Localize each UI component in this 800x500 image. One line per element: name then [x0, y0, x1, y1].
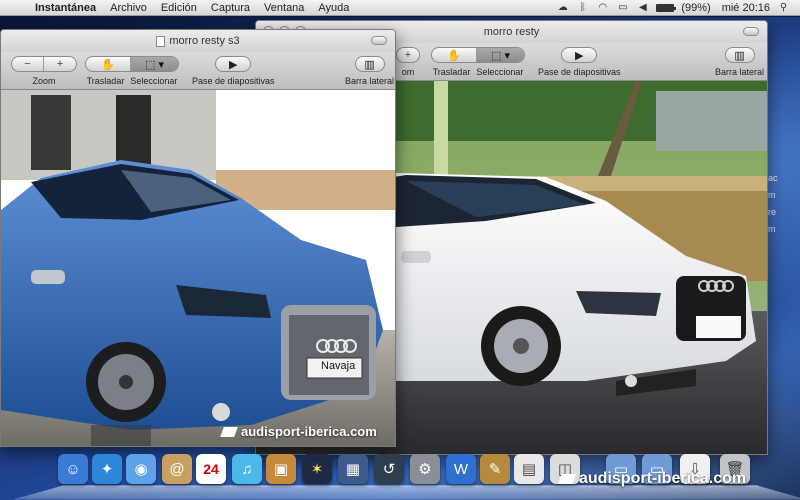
zoom-label: Zoom — [32, 76, 56, 86]
window-title: morro resty s3 — [169, 35, 240, 47]
sidebar-icon: ▥ — [364, 58, 375, 71]
spotlight-icon[interactable]: ⚲ — [777, 2, 790, 13]
desktop-label-4: m — [768, 224, 776, 234]
safari-icon[interactable]: ✦ — [92, 454, 122, 484]
document-icon — [156, 35, 166, 47]
marquee-icon: ⬚ ▾ — [145, 58, 164, 71]
menu-bar: Instantánea Archivo Edición Captura Vent… — [0, 0, 800, 16]
window-title: morro resty — [483, 26, 540, 38]
menu-edicion[interactable]: Edición — [154, 2, 204, 14]
system-preferences-icon[interactable]: ⚙ — [410, 454, 440, 484]
toolbar-toggle-button[interactable] — [743, 27, 759, 36]
window-toolbar: − + Zoom ✋ ⬚ ▾ Trasladar Seleccionar ▶ P… — [1, 52, 395, 90]
menu-ayuda[interactable]: Ayuda — [311, 2, 356, 14]
select-tool-button[interactable]: ⬚ ▾ — [477, 48, 524, 62]
battery-icon[interactable] — [656, 3, 677, 12]
zoom-label: om — [401, 67, 415, 77]
license-plate-text: Navaja — [321, 360, 356, 372]
watermark-back-text: audisport-iberica.com — [579, 470, 747, 487]
time-machine-icon[interactable]: ↺ — [374, 454, 404, 484]
watermark-front-text: audisport-iberica.com — [241, 424, 377, 439]
move-tool-button[interactable]: ✋ — [432, 48, 478, 62]
menu-app-name[interactable]: Instantánea — [28, 2, 103, 14]
window-titlebar[interactable]: morro resty s3 — [1, 30, 395, 52]
desktop-label-1: ac — [768, 173, 778, 183]
ical-icon[interactable]: 24 — [196, 454, 226, 484]
zoom-in-button[interactable]: + — [44, 57, 76, 71]
select-label: Seleccionar — [476, 67, 524, 77]
desktop-label-2: m — [768, 190, 776, 200]
menu-ventana[interactable]: Ventana — [257, 2, 311, 14]
spotlight-small-icon[interactable]: ☁ — [556, 2, 569, 13]
watermark-logo-icon — [220, 426, 238, 437]
spaces-icon[interactable]: ▦ — [338, 454, 368, 484]
move-label: Trasladar — [86, 76, 125, 86]
itunes-icon[interactable]: ♫ — [232, 454, 262, 484]
slideshow-button[interactable]: ▶ — [215, 56, 252, 72]
slideshow-icon: ▶ — [575, 49, 584, 62]
toolbar-toggle-button[interactable] — [371, 36, 387, 45]
calendar-day: 24 — [203, 461, 219, 477]
wifi-icon[interactable]: ◠ — [596, 2, 609, 13]
desktop-partial-labels: ac m re m — [768, 170, 796, 238]
watermark-logo-icon — [558, 474, 576, 484]
slideshow-icon: ▶ — [229, 58, 238, 71]
bluetooth-icon[interactable]: ᛒ — [576, 2, 589, 13]
car-photo-front — [1, 90, 395, 446]
slideshow-label: Pase de diapositivas — [192, 76, 275, 86]
hand-icon: ✋ — [101, 58, 115, 71]
zoom-out-button[interactable]: − — [12, 57, 45, 71]
sidebar-icon: ▥ — [734, 49, 745, 62]
sidebar-label: Barra lateral — [715, 67, 765, 77]
preview-icon[interactable]: ▤ — [514, 454, 544, 484]
menu-archivo[interactable]: Archivo — [103, 2, 154, 14]
watermark-back: audisport-iberica.com — [558, 470, 747, 488]
menu-clock[interactable]: mié 20:16 — [722, 2, 770, 14]
desktop-label-3: re — [768, 207, 777, 217]
zoom-in-button[interactable]: + — [397, 48, 419, 62]
watermark-front: audisport-iberica.com — [220, 424, 377, 439]
marquee-icon: ⬚ ▾ — [491, 49, 510, 62]
photo-blue-audi[interactable]: Navaja — [1, 90, 395, 446]
display-icon[interactable]: ▭ — [616, 2, 629, 13]
dashboard-icon[interactable]: ✶ — [302, 454, 332, 484]
hand-icon: ✋ — [447, 49, 461, 62]
menu-captura[interactable]: Captura — [204, 2, 257, 14]
select-tool-button[interactable]: ⬚ ▾ — [131, 57, 178, 71]
address-book-icon[interactable]: @ — [162, 454, 192, 484]
sidebar-label: Barra lateral — [345, 76, 395, 86]
preview-window-morro-resty-s3: morro resty s3 − + Zoom ✋ ⬚ ▾ Trasladar … — [0, 29, 396, 447]
battery-percent: (99%) — [681, 1, 711, 14]
sidebar-button[interactable]: ▥ — [724, 47, 755, 63]
sidebar-button[interactable]: ▥ — [354, 56, 385, 72]
ichat-icon[interactable]: ◉ — [126, 454, 156, 484]
select-label: Seleccionar — [130, 76, 178, 86]
finder-icon[interactable]: ☺ — [58, 454, 88, 484]
word-icon[interactable]: W — [446, 454, 476, 484]
slideshow-button[interactable]: ▶ — [561, 47, 598, 63]
move-label: Trasladar — [432, 67, 471, 77]
move-tool-button[interactable]: ✋ — [86, 57, 132, 71]
gimp-icon[interactable]: ✎ — [480, 454, 510, 484]
volume-icon[interactable]: ◀ — [636, 2, 649, 13]
iphoto-icon[interactable]: ▣ — [266, 454, 296, 484]
slideshow-label: Pase de diapositivas — [538, 67, 621, 77]
